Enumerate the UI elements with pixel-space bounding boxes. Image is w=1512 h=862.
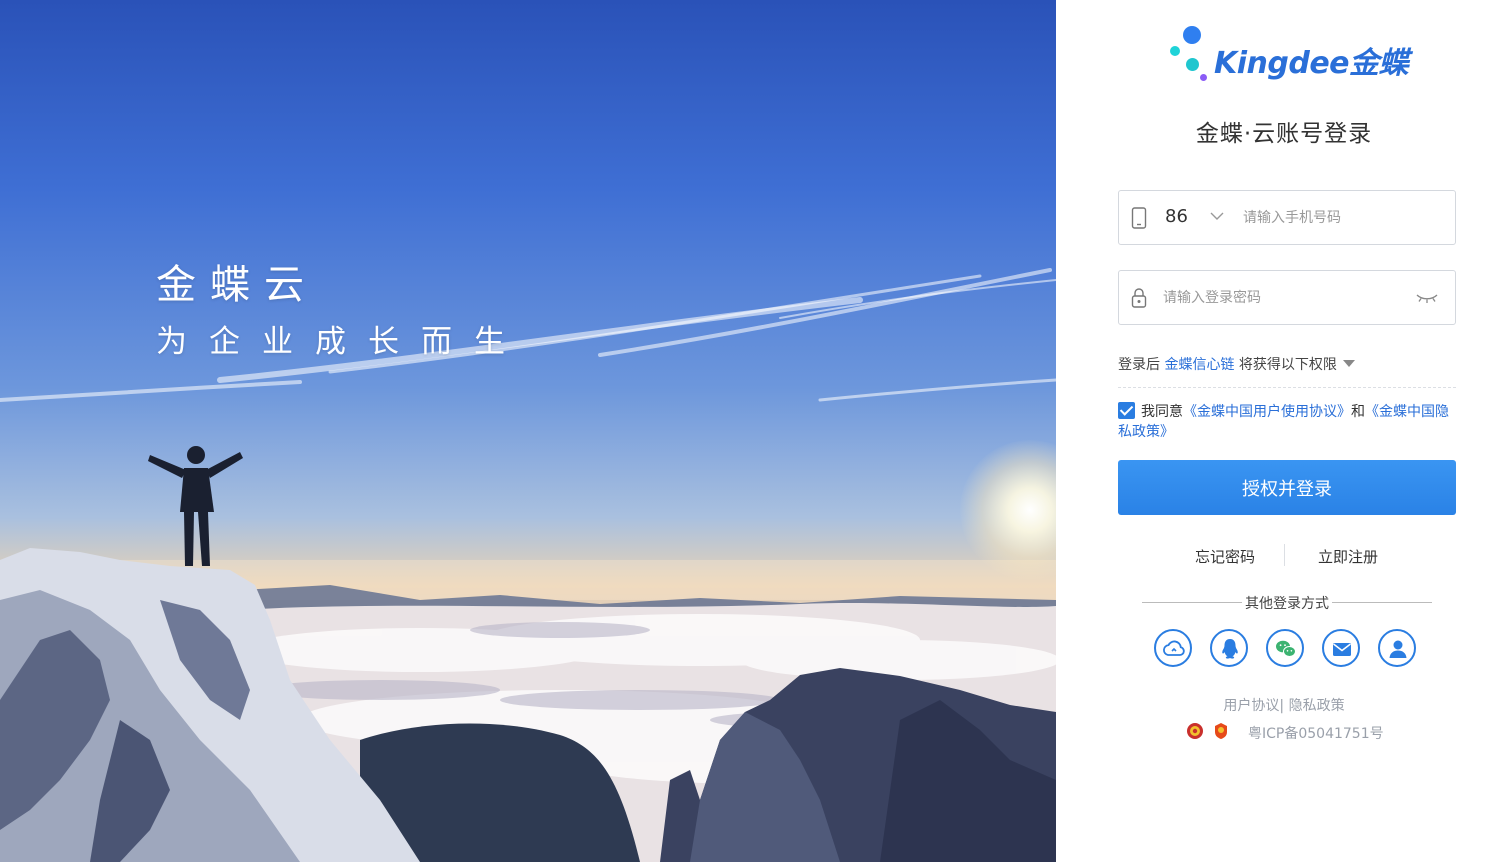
permission-prefix: 登录后 (1118, 357, 1160, 373)
phone-icon (1131, 207, 1147, 229)
agree-checkbox[interactable] (1118, 402, 1135, 419)
cloud-login-button[interactable] (1154, 629, 1192, 667)
logo-dots-icon (1170, 24, 1214, 84)
authorize-login-button[interactable]: 授权并登录 (1118, 460, 1456, 515)
wechat-login-button[interactable] (1266, 629, 1304, 667)
register-link[interactable]: 立即注册 (1318, 546, 1378, 567)
permission-row[interactable]: 登录后 金蝶信心链 将获得以下权限 (1118, 354, 1456, 388)
divider (1284, 544, 1285, 566)
password-field (1118, 270, 1456, 325)
user-agreement-link[interactable]: 《金蝶中国用户使用协议》 (1183, 404, 1351, 420)
icp-row: 粤ICP备05041751号 (1186, 721, 1406, 743)
logo-wordmark: Kingdee金蝶 (1214, 46, 1409, 81)
agree-and: 和 (1351, 404, 1365, 420)
caret-down-icon[interactable] (1342, 360, 1355, 367)
agreement-row: 我同意《金蝶中国用户使用协议》和《金蝶中国隐私政策》 (1118, 402, 1456, 442)
phone-field: 86 (1118, 190, 1456, 245)
phone-input[interactable] (1243, 207, 1443, 229)
footer-agreement-link[interactable]: 用户协议| (1223, 698, 1284, 714)
lock-icon (1131, 288, 1147, 308)
footer-privacy-link[interactable]: 隐私政策 (1289, 698, 1345, 714)
other-login-label: 其他登录方式 (1245, 596, 1329, 612)
eye-closed-icon[interactable] (1415, 290, 1439, 306)
hero-subtitle: 为企业成长而生 (156, 324, 527, 360)
wechat-icon (1276, 640, 1296, 657)
country-code[interactable]: 86 (1165, 206, 1188, 227)
account-links: 忘记密码 立即注册 (1056, 544, 1512, 566)
chevron-down-icon[interactable] (1209, 208, 1225, 224)
user-icon (1389, 640, 1407, 658)
login-title: 金蝶·云账号登录 (1195, 121, 1373, 147)
kingdee-logo: Kingdee金蝶 (1170, 24, 1410, 84)
divider-line-right (1332, 602, 1432, 603)
icp-number[interactable]: 粤ICP备05041751号 (1248, 723, 1384, 743)
email-login-button[interactable] (1322, 629, 1360, 667)
qq-icon (1222, 639, 1238, 659)
permission-suffix: 将获得以下权限 (1238, 357, 1337, 373)
forgot-password-link[interactable]: 忘记密码 (1195, 546, 1255, 567)
cloud-icon (1163, 640, 1185, 656)
user-login-button[interactable] (1378, 629, 1416, 667)
login-panel: Kingdee金蝶 金蝶·云账号登录 86 登录后 金蝶信心链 (1056, 0, 1512, 862)
hero-image: 金蝶云 为企业成长而生 (0, 0, 1056, 862)
email-icon (1333, 643, 1351, 656)
trust-chain-link[interactable]: 金蝶信心链 (1164, 357, 1234, 373)
hero-title: 金蝶云 (156, 262, 318, 308)
footer-links: 用户协议| 隐私政策 (1056, 695, 1512, 715)
police-badge-icon (1187, 723, 1203, 739)
other-login-divider: 其他登录方式 (1142, 592, 1432, 612)
mountain-scene-illustration (0, 268, 1056, 862)
password-input[interactable] (1163, 287, 1403, 309)
gov-badge-icon (1215, 723, 1227, 739)
agree-prefix: 我同意 (1141, 404, 1183, 420)
qq-login-button[interactable] (1210, 629, 1248, 667)
other-login-methods (1154, 629, 1416, 669)
